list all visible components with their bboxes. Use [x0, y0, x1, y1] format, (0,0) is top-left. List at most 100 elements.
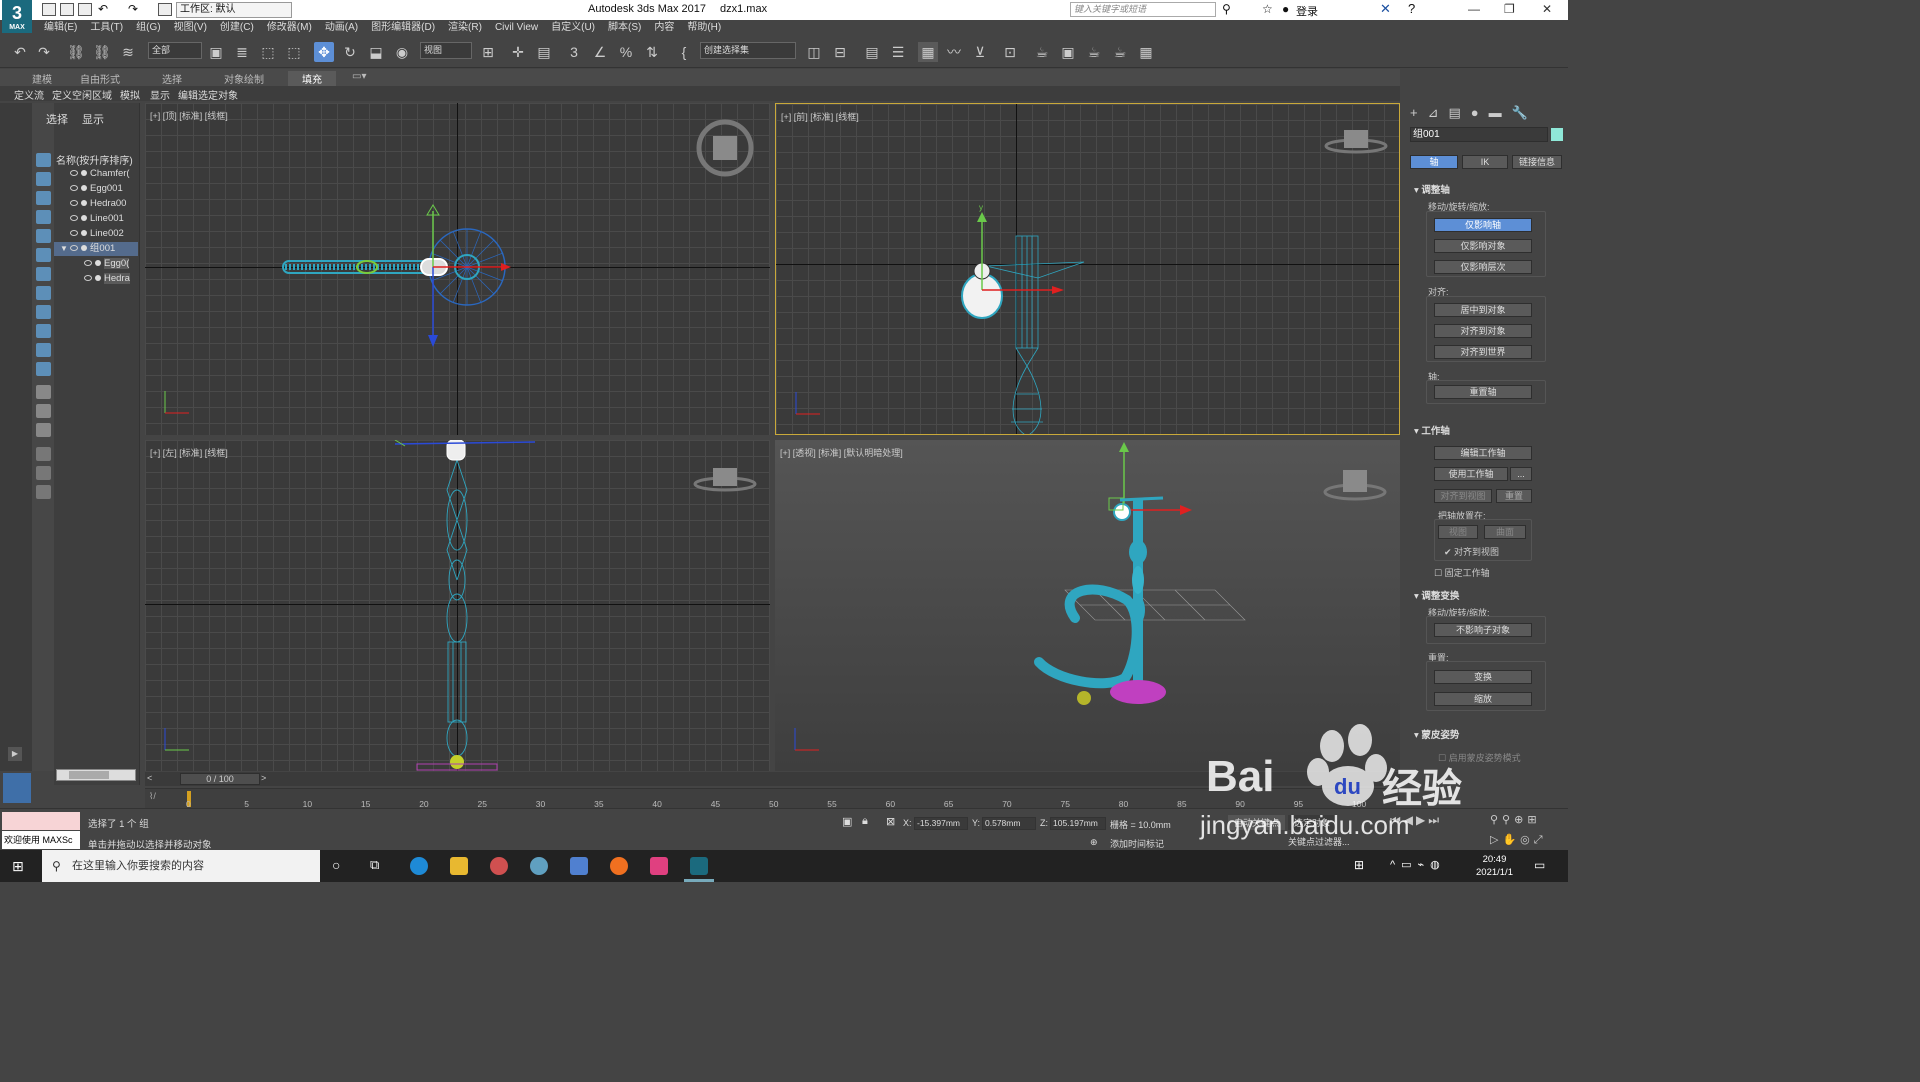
pivot-center-icon[interactable]: ⊞ [478, 42, 498, 62]
list-item[interactable]: Hedra00 [54, 197, 138, 211]
spinner-snap-icon[interactable]: ⇅ [642, 42, 662, 62]
login-link[interactable]: 登录 [1296, 3, 1318, 19]
workspace-select[interactable]: 工作区: 默认 [176, 2, 292, 18]
ribbon-toggle-icon[interactable]: ▦ [918, 42, 938, 62]
tab-pivot[interactable]: 轴 [1410, 155, 1458, 169]
ribbon-options-icon[interactable]: ▭▾ [352, 71, 366, 82]
simulate[interactable]: 模拟 [120, 87, 140, 102]
prev-frame-icon[interactable]: < [147, 773, 152, 783]
affect-pivot-only-button[interactable]: 仅影响轴 [1434, 218, 1532, 232]
filter-shapes-icon[interactable] [36, 172, 51, 186]
scrollbar-thumb[interactable] [69, 771, 109, 779]
fixed-working-pivot-checkbox[interactable]: ☐ 固定工作轴 [1434, 566, 1490, 579]
curve-editor-icon[interactable]: 〰 [944, 42, 964, 62]
save-file-icon[interactable] [78, 3, 92, 16]
explorer-tab-display[interactable]: 显示 [82, 111, 104, 127]
reset-scale-button[interactable]: 缩放 [1434, 692, 1532, 706]
menu-item-11[interactable]: 脚本(S) [608, 20, 641, 36]
select-object-icon[interactable]: ▣ [206, 42, 226, 62]
menu-item-3[interactable]: 视图(V) [174, 20, 207, 36]
filter-containers-icon[interactable] [36, 324, 51, 338]
use-working-pivot-button[interactable]: 使用工作轴 [1434, 467, 1508, 481]
render-icon[interactable] [81, 230, 87, 237]
list-item-group[interactable]: ▼ 组001 [54, 242, 138, 256]
maxscript-listener[interactable] [2, 812, 80, 830]
scene-explorer-icon[interactable]: ☰ [888, 42, 908, 62]
new-file-icon[interactable] [42, 3, 56, 16]
place-view-button[interactable]: 视图 [1438, 525, 1478, 539]
list-item[interactable]: Chamfer( [54, 167, 138, 181]
link-icon[interactable]: ⛓ [66, 42, 86, 62]
binoculars-icon[interactable]: ⚲ [1222, 2, 1231, 16]
eye-icon[interactable] [70, 185, 78, 192]
center-to-object-button[interactable]: 居中到对象 [1434, 303, 1532, 317]
layer-manager-icon[interactable]: ▤ [862, 42, 882, 62]
reset-working-pivot-button[interactable]: 重置 [1496, 489, 1532, 503]
filter-frozen-icon[interactable] [36, 343, 51, 357]
display[interactable]: 显示 [150, 87, 170, 102]
eye-icon[interactable] [70, 170, 78, 177]
reset-pivot-button[interactable]: 重置轴 [1434, 385, 1532, 399]
working-pivot-options-button[interactable]: ... [1510, 467, 1532, 481]
help-icon[interactable]: ? [1408, 1, 1415, 16]
select-by-name-icon[interactable]: ≣ [232, 42, 252, 62]
filter-groups-icon[interactable] [36, 267, 51, 281]
app-icon-1[interactable] [490, 857, 508, 875]
cortana-icon[interactable]: ○ [332, 857, 340, 873]
render-setup-icon[interactable]: ☕ [1032, 42, 1052, 62]
list-item[interactable]: Egg001 [54, 182, 138, 196]
display-invert-icon[interactable] [36, 423, 51, 437]
next-frame-icon[interactable]: > [261, 773, 266, 783]
keyboard-shortcut-icon[interactable]: ▤ [534, 42, 554, 62]
system-tray-icons[interactable]: ^▭⌁◍ [1390, 858, 1446, 871]
selection-filter[interactable]: 全部 [148, 42, 202, 59]
star-icon[interactable]: ☆ [1262, 2, 1273, 16]
add-time-tag[interactable]: 添加时间标记 [1110, 837, 1164, 850]
viewport-top[interactable]: [+] [顶] [标准] [线框] [145, 103, 770, 435]
redo-icon[interactable]: ↷ [128, 2, 138, 16]
align-to-view-button[interactable]: 对齐到视图 [1434, 489, 1492, 503]
align-to-view-checkbox[interactable]: ✔ 对齐到视图 [1444, 545, 1499, 558]
find-icon[interactable] [36, 447, 51, 461]
window-crossing-icon[interactable]: ⬚ [284, 42, 304, 62]
affect-hierarchy-only-button[interactable]: 仅影响层次 [1434, 260, 1532, 274]
object-color-swatch[interactable] [1551, 128, 1563, 141]
time-tag-icon[interactable]: ⊕ [1090, 837, 1098, 848]
a360-icon[interactable]: ▦ [1136, 42, 1156, 62]
display-none-icon[interactable] [36, 404, 51, 418]
menu-item-1[interactable]: 工具(T) [90, 20, 123, 36]
object-name-field[interactable]: 组001 [1410, 127, 1548, 142]
place-surface-button[interactable]: 曲面 [1484, 525, 1526, 539]
angle-snap-icon[interactable]: ∠ [590, 42, 610, 62]
x-coordinate-field[interactable]: -15.397mm [914, 817, 968, 830]
select-place-icon[interactable]: ◉ [392, 42, 412, 62]
mirror-icon[interactable]: ◫ [804, 42, 824, 62]
bind-spacewarp-icon[interactable]: ≋ [118, 42, 138, 62]
eye-icon[interactable] [70, 200, 78, 207]
expand-icon[interactable]: ▼ [60, 244, 68, 253]
menu-item-8[interactable]: 渲染(R) [448, 20, 482, 36]
viewport-front[interactable]: [+] [前] [标准] [线框] y [775, 103, 1400, 435]
search-input[interactable]: 键入关键字或短语 [1070, 2, 1216, 17]
windows-start-icon[interactable]: ⊞ [12, 858, 24, 875]
rollout-adjust-pivot[interactable]: ▾ 调整轴 [1414, 182, 1450, 196]
minimize-icon[interactable]: — [1468, 2, 1480, 16]
tab-modeling[interactable]: 建模 [32, 71, 52, 86]
menu-item-12[interactable]: 内容 [654, 20, 674, 36]
list-item[interactable]: Line002 [54, 227, 138, 241]
percent-snap-icon[interactable]: % [616, 42, 636, 62]
redo-icon[interactable]: ↷ [34, 42, 54, 62]
filter-helpers-icon[interactable] [36, 229, 51, 243]
rollout-working-pivot[interactable]: ▾ 工作轴 [1414, 423, 1450, 437]
material-editor-icon[interactable]: ⊡ [1000, 42, 1020, 62]
file-explorer-icon[interactable] [450, 857, 468, 875]
options-icon[interactable] [36, 485, 51, 499]
reset-transform-button[interactable]: 变换 [1434, 670, 1532, 684]
edit-named-selection-icon[interactable]: { [674, 42, 694, 62]
tab-object-paint[interactable]: 对象绘制 [224, 71, 264, 86]
render-icon[interactable] [95, 260, 101, 267]
menu-item-0[interactable]: 编辑(E) [44, 20, 77, 36]
eye-icon[interactable] [70, 230, 78, 237]
menu-item-2[interactable]: 组(G) [136, 20, 160, 36]
z-coordinate-field[interactable]: 105.197mm [1050, 817, 1106, 830]
